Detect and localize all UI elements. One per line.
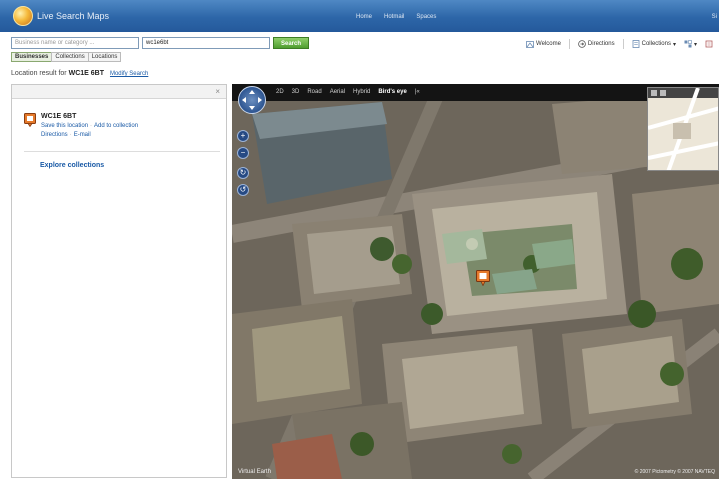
- map-toolbar-links: Welcome Directions Collections ▾ ▾: [526, 39, 713, 49]
- search-tabs: Businesses Collections Locations: [11, 52, 122, 62]
- top-header: Live Search Maps Home Hotmail Spaces Si: [0, 0, 719, 32]
- view-hybrid[interactable]: Hybrid: [353, 89, 370, 95]
- collapse-toolbar-icon[interactable]: |«: [415, 89, 420, 95]
- welcome-label: Welcome: [536, 41, 561, 47]
- location-prefix: Location result for: [11, 70, 67, 77]
- result-directions-link[interactable]: Directions: [41, 132, 68, 138]
- nav-spaces-link[interactable]: Spaces: [416, 14, 436, 20]
- rotate-left-icon[interactable]: ↺: [237, 184, 249, 196]
- directions-label: Directions: [587, 41, 615, 47]
- save-location-link[interactable]: Save this location: [41, 123, 88, 129]
- rotate-right-icon[interactable]: ↻: [237, 167, 249, 179]
- view-aerial[interactable]: Aerial: [330, 89, 345, 95]
- tab-collections[interactable]: Collections: [51, 52, 89, 62]
- share-icon: [684, 40, 692, 48]
- search-button[interactable]: Search: [273, 37, 309, 49]
- view-road[interactable]: Road: [307, 89, 321, 95]
- toolbar-divider: [568, 39, 570, 49]
- print-button[interactable]: [705, 40, 713, 48]
- add-to-collection-link[interactable]: Add to collection: [94, 123, 138, 129]
- link-separator: ·: [90, 123, 93, 129]
- location-query: WC1E 6BT: [68, 70, 105, 77]
- explore-collections-link[interactable]: Explore collections: [40, 162, 104, 169]
- result-title[interactable]: WC1E 6BT: [41, 113, 76, 120]
- collections-label: Collections: [641, 41, 671, 47]
- result-actions-secondary: Directions · E-mail: [41, 132, 91, 138]
- results-panel: × WC1E 6BT Save this location · Add to col…: [11, 84, 227, 478]
- email-link[interactable]: E-mail: [74, 132, 91, 138]
- minimap-graphic: [648, 88, 718, 170]
- print-icon: [705, 40, 713, 48]
- location-pin-icon[interactable]: [24, 113, 36, 127]
- view-mode-list: 2D 3D Road Aerial Hybrid Bird's eye |«: [276, 89, 420, 95]
- view-2d[interactable]: 2D: [276, 89, 284, 95]
- tab-locations[interactable]: Locations: [87, 52, 122, 62]
- compass-control[interactable]: N: [238, 86, 266, 114]
- business-search-input[interactable]: Business name or category ...: [11, 37, 139, 49]
- top-nav: Home Hotmail Spaces: [356, 14, 436, 20]
- live-logo-icon: [13, 6, 33, 26]
- map-copyright: © 2007 Pictometry © 2007 NAVTEQ: [634, 469, 715, 475]
- link-separator: ·: [69, 132, 72, 138]
- pan-arrows-icon: [242, 90, 262, 110]
- panel-header: ×: [12, 85, 226, 99]
- view-birds-eye[interactable]: Bird's eye: [378, 89, 406, 95]
- map-view[interactable]: 2D 3D Road Aerial Hybrid Bird's eye |« N…: [232, 84, 719, 479]
- close-icon[interactable]: ×: [215, 87, 220, 96]
- modify-search-link[interactable]: Modify Search: [110, 71, 148, 77]
- collections-button[interactable]: Collections ▾: [632, 40, 676, 48]
- collections-icon: [632, 40, 640, 48]
- sign-in-link[interactable]: Si: [712, 14, 717, 20]
- zoom-out-icon[interactable]: −: [237, 147, 249, 159]
- app-title: Live Search Maps: [37, 11, 110, 21]
- nav-hotmail-link[interactable]: Hotmail: [384, 14, 404, 20]
- share-menu-button[interactable]: ▾: [684, 40, 697, 48]
- panel-divider: [24, 151, 220, 152]
- location-result-line: Location result for WC1E 6BT Modify Sear…: [11, 70, 148, 77]
- nav-home-link[interactable]: Home: [356, 14, 372, 20]
- map-view-toolbar: 2D 3D Road Aerial Hybrid Bird's eye |«: [232, 84, 719, 101]
- toolbar-divider: [622, 39, 624, 49]
- welcome-icon: [526, 41, 534, 48]
- view-3d[interactable]: 3D: [292, 89, 300, 95]
- directions-button[interactable]: Directions: [578, 40, 615, 48]
- directions-icon: [578, 40, 586, 48]
- map-brand: Virtual Earth: [238, 469, 271, 475]
- welcome-button[interactable]: Welcome: [526, 40, 561, 48]
- result-actions: Save this location · Add to collection: [41, 123, 138, 129]
- tab-businesses[interactable]: Businesses: [11, 52, 53, 62]
- location-search-input[interactable]: wc1e6bt: [142, 37, 270, 49]
- minimap[interactable]: [647, 87, 719, 171]
- chevron-down-icon: ▾: [693, 41, 697, 48]
- chevron-down-icon: ▾: [672, 41, 676, 48]
- zoom-in-icon[interactable]: +: [237, 130, 249, 142]
- map-location-pin-icon[interactable]: [476, 270, 490, 286]
- search-bar: Business name or category ... wc1e6bt Se…: [0, 32, 719, 66]
